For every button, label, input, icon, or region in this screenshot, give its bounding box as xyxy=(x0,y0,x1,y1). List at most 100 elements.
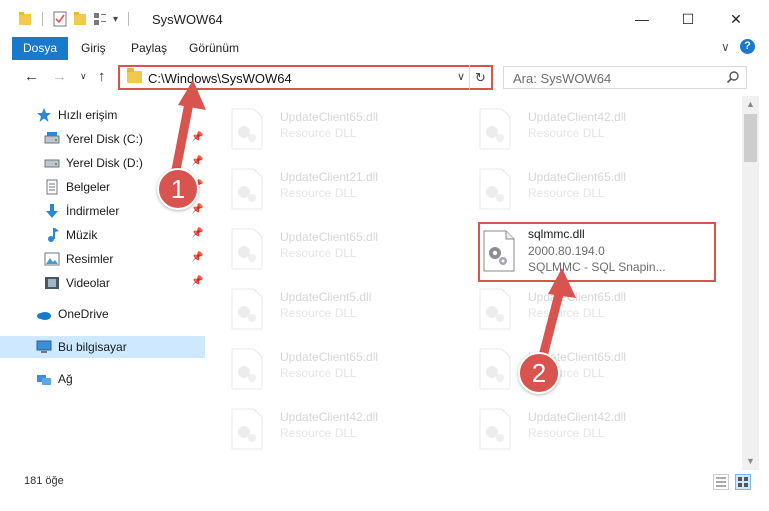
sidebar-item-network[interactable]: Ağ xyxy=(0,368,205,390)
sidebar-item-local-disk-c[interactable]: Yerel Disk (C:) 📌 xyxy=(0,128,205,150)
file-description: Resource DLL xyxy=(528,306,605,320)
file-item[interactable]: UpdateClient42.dll Resource DLL xyxy=(456,402,696,454)
pin-icon[interactable]: 📌 xyxy=(191,156,203,167)
details-view-button[interactable] xyxy=(713,474,729,490)
address-bar[interactable]: C:\Windows\SysWOW64 ∨ ↻ xyxy=(118,65,493,90)
file-item[interactable]: UpdateClient21.dll Resource DLL xyxy=(208,162,448,214)
sidebar-item-label: Hızlı erişim xyxy=(58,108,118,122)
close-button[interactable]: ✕ xyxy=(713,0,759,38)
customize-toolbar-icon[interactable]: ▾ xyxy=(113,14,118,25)
sidebar-item-label: İndirmeler xyxy=(66,204,120,218)
forward-button[interactable]: → xyxy=(52,68,67,85)
new-folder-icon[interactable] xyxy=(73,11,87,27)
file-description: Resource DLL xyxy=(280,366,357,380)
file-item[interactable]: UpdateClient65.dll Resource DLL xyxy=(456,282,696,334)
file-name: UpdateClient21.dll xyxy=(280,170,379,184)
search-input[interactable]: Ara: SysWOW64 xyxy=(503,66,747,89)
dll-file-icon xyxy=(231,348,263,390)
maximize-button[interactable]: ☐ xyxy=(665,0,711,38)
sidebar-item-this-pc[interactable]: Bu bilgisayar xyxy=(0,336,205,358)
expand-ribbon-icon[interactable]: ∨ xyxy=(721,40,730,54)
file-name: UpdateClient5.dll xyxy=(280,290,372,304)
sidebar-item-label: OneDrive xyxy=(58,307,109,321)
pin-icon[interactable]: 📌 xyxy=(191,228,203,239)
help-icon[interactable]: ? xyxy=(740,39,755,54)
dll-file-icon xyxy=(479,348,511,390)
step-badge-2: 2 xyxy=(518,352,560,394)
address-dropdown-icon[interactable]: ∨ xyxy=(457,70,465,83)
scroll-up-icon[interactable]: ▲ xyxy=(742,96,759,113)
file-item[interactable]: UpdateClient65.dll Resource DLL xyxy=(456,162,696,214)
refresh-button[interactable]: ↻ xyxy=(469,65,491,90)
file-item[interactable]: UpdateClient65.dll Resource DLL xyxy=(208,342,448,394)
title-bar: ▾ SysWOW64 — ☐ ✕ xyxy=(0,0,769,38)
sidebar-item-quick-access[interactable]: Hızlı erişim xyxy=(0,104,205,126)
up-button[interactable]: ↑ xyxy=(98,68,106,85)
file-name: sqlmmc.dll xyxy=(528,227,585,241)
large-icons-view-button[interactable] xyxy=(735,474,751,490)
file-name: UpdateClient42.dll xyxy=(528,110,627,124)
dll-file-icon xyxy=(479,408,511,450)
videos-icon xyxy=(45,277,59,289)
minimize-button[interactable]: — xyxy=(619,0,665,38)
file-item-sqlmmc[interactable]: sqlmmc.dll 2000.80.194.0 SQLMMC - SQL Sn… xyxy=(478,222,716,282)
sidebar-item-onedrive[interactable]: OneDrive xyxy=(0,303,205,325)
navigation-bar: ← → ∨ ↑ C:\Windows\SysWOW64 ∨ ↻ Ara: Sys… xyxy=(0,60,769,96)
item-count: 181 öğe xyxy=(24,475,64,487)
file-name: UpdateClient42.dll xyxy=(280,410,379,424)
search-icon[interactable] xyxy=(726,70,740,84)
file-item[interactable]: UpdateClient42.dll Resource DLL xyxy=(208,402,448,454)
sidebar-item-music[interactable]: Müzik 📌 xyxy=(0,224,205,246)
recent-locations-button[interactable]: ∨ xyxy=(80,71,87,82)
tab-home[interactable]: Giriş xyxy=(69,37,118,59)
pin-icon[interactable]: 📌 xyxy=(191,252,203,263)
folder-icon[interactable] xyxy=(18,11,32,27)
scroll-down-icon[interactable]: ▼ xyxy=(742,453,759,470)
sidebar-item-label: Bu bilgisayar xyxy=(58,340,127,354)
file-item[interactable]: UpdateClient65.dll Resource DLL xyxy=(208,222,448,274)
pin-icon[interactable]: 📌 xyxy=(191,204,203,215)
folder-icon xyxy=(127,68,142,83)
file-description: Resource DLL xyxy=(280,426,357,440)
quick-access-toolbar: ▾ xyxy=(18,11,133,27)
details-view-icon xyxy=(716,477,726,487)
vertical-scrollbar[interactable]: ▲ ▼ xyxy=(742,96,759,470)
back-button[interactable]: ← xyxy=(24,68,39,85)
file-item[interactable]: UpdateClient5.dll Resource DLL xyxy=(208,282,448,334)
sidebar-item-label: Ağ xyxy=(58,372,73,386)
file-item[interactable]: UpdateClient42.dll Resource DLL xyxy=(456,102,696,154)
divider xyxy=(42,12,43,26)
tab-share[interactable]: Paylaş xyxy=(119,37,179,59)
ribbon-tabs: Dosya Giriş Paylaş Görünüm ∨ ? xyxy=(0,37,769,89)
dll-file-icon xyxy=(483,230,515,272)
file-description: Resource DLL xyxy=(280,246,357,260)
close-icon: ✕ xyxy=(730,10,742,27)
pin-icon[interactable]: 📌 xyxy=(191,132,203,143)
sidebar-item-label: Resimler xyxy=(66,252,114,266)
file-name: UpdateClient65.dll xyxy=(280,350,379,364)
minimize-icon: — xyxy=(635,11,649,27)
dll-file-icon xyxy=(479,108,511,150)
scrollbar-thumb[interactable] xyxy=(744,114,757,162)
file-description: Resource DLL xyxy=(280,306,357,320)
address-path[interactable]: C:\Windows\SysWOW64 xyxy=(148,71,292,86)
pictures-icon xyxy=(44,252,60,266)
window-title: SysWOW64 xyxy=(152,12,223,27)
drive-icon xyxy=(44,159,60,168)
file-name: UpdateClient42.dll xyxy=(528,410,627,424)
file-item[interactable]: UpdateClient65.dll Resource DLL xyxy=(456,342,696,394)
file-description: Resource DLL xyxy=(528,186,605,200)
star-icon xyxy=(37,108,51,122)
file-item[interactable]: UpdateClient65.dll Resource DLL xyxy=(208,102,448,154)
search-placeholder: Ara: SysWOW64 xyxy=(513,71,612,86)
computer-icon xyxy=(36,340,52,353)
dll-file-icon xyxy=(231,228,263,270)
file-description: Resource DLL xyxy=(280,186,357,200)
downloads-icon xyxy=(46,204,58,218)
sidebar-item-videos[interactable]: Videolar 📌 xyxy=(0,272,205,294)
sidebar-item-pictures[interactable]: Resimler 📌 xyxy=(0,248,205,270)
view-options-icon[interactable] xyxy=(93,11,107,27)
properties-icon[interactable] xyxy=(53,11,67,27)
pin-icon[interactable]: 📌 xyxy=(191,276,203,287)
tab-view[interactable]: Görünüm xyxy=(177,37,251,59)
